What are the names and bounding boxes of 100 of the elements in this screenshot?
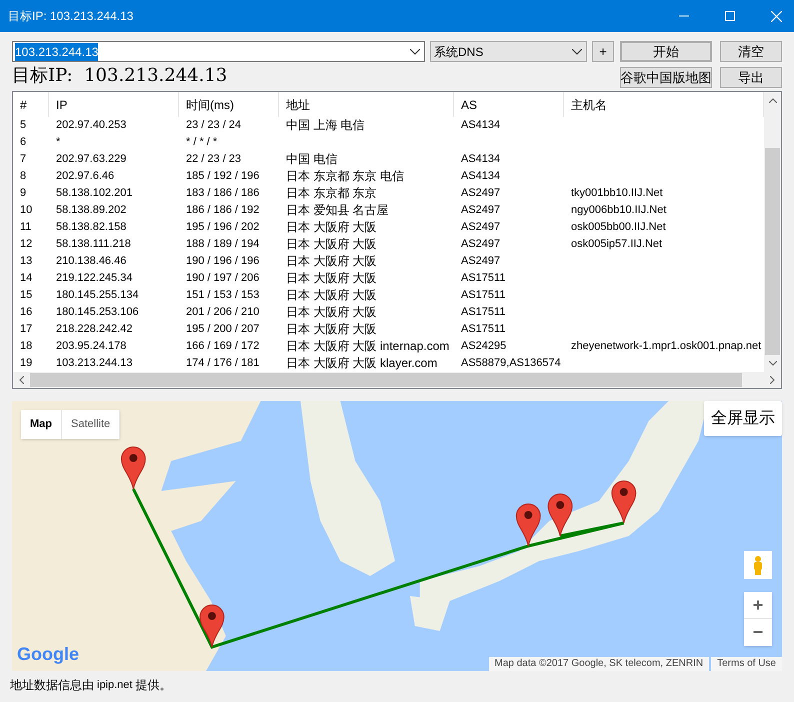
address-cell: 日本 东京都 东京 电信 xyxy=(286,169,404,183)
hop-cell: 18 xyxy=(20,340,32,352)
as-cell: AS17511 xyxy=(461,323,506,335)
ip-cell: 218.228.242.42 xyxy=(56,323,132,335)
ip-cell: 203.95.24.178 xyxy=(56,340,126,352)
scrollbar-thumb[interactable] xyxy=(30,373,742,387)
map-type-tab[interactable]: Satellite xyxy=(62,410,120,439)
column-header[interactable]: 地址 xyxy=(279,92,454,117)
ip-cell: 58.138.102.201 xyxy=(56,187,132,199)
as-cell: AS2497 xyxy=(461,187,500,199)
address-cell: 日本 大阪府 大阪 xyxy=(286,271,377,285)
address-cell: 日本 大阪府 大阪 xyxy=(286,237,377,251)
hop-cell: 11 xyxy=(20,221,32,233)
add-button[interactable]: + xyxy=(592,41,614,62)
address-cell: 日本 大阪府 大阪 xyxy=(286,322,377,336)
address-cell: 日本 东京都 东京 xyxy=(286,186,377,200)
ip-cell: 180.145.253.106 xyxy=(56,306,139,318)
time-cell: 23 / 23 / 24 xyxy=(186,119,242,131)
as-cell: AS24295 xyxy=(461,340,506,352)
export-button[interactable]: 导出 xyxy=(720,67,782,88)
ip-cell: 210.138.46.46 xyxy=(56,255,126,267)
hop-cell: 17 xyxy=(20,323,32,335)
column-header[interactable]: IP xyxy=(49,92,179,117)
time-cell: 151 / 153 / 153 xyxy=(186,289,260,301)
as-cell: AS17511 xyxy=(461,306,506,318)
close-icon[interactable] xyxy=(771,10,782,22)
time-cell: 195 / 200 / 207 xyxy=(186,323,260,335)
target-input[interactable]: 103.213.244.13 xyxy=(12,41,425,62)
column-header[interactable]: # xyxy=(13,92,49,117)
as-cell: AS2497 xyxy=(461,204,500,216)
address-cell: 日本 大阪府 大阪 xyxy=(286,254,377,268)
hostname-cell: zheyenetwork-1.mpr1.osk001.pnap.net xyxy=(571,340,762,352)
ip-cell: 103.213.244.13 xyxy=(56,357,132,369)
time-cell: 190 / 197 / 206 xyxy=(186,272,260,284)
fullscreen-button[interactable]: 全屏显示 xyxy=(704,401,782,436)
ip-cell: 202.97.63.229 xyxy=(56,153,126,165)
ip-cell: 202.97.40.253 xyxy=(56,119,126,131)
scroll-down-icon[interactable] xyxy=(768,361,776,366)
as-cell: AS4134 xyxy=(461,170,500,182)
as-cell: AS2497 xyxy=(461,255,500,267)
terms-link[interactable]: Terms of Use xyxy=(711,657,782,671)
time-cell: 174 / 176 / 181 xyxy=(186,357,260,369)
column-header[interactable]: 时间(ms) xyxy=(179,92,279,117)
time-cell: 186 / 186 / 192 xyxy=(186,204,260,216)
address-cell: 日本 爱知县 名古屋 xyxy=(286,203,389,217)
as-cell: AS4134 xyxy=(461,119,500,131)
ip-cell: 58.138.89.202 xyxy=(56,204,126,216)
time-cell: * / * / * xyxy=(186,136,218,148)
address-cell: 日本 大阪府 大阪 xyxy=(286,288,377,302)
vertical-scrollbar[interactable] xyxy=(764,92,781,372)
time-cell: 201 / 206 / 210 xyxy=(186,306,260,318)
start-button[interactable]: 开始 xyxy=(620,41,712,62)
scrollbar-thumb[interactable] xyxy=(765,148,780,355)
target-ip-label: 目标IP: 103.213.244.13 xyxy=(12,64,228,88)
footer-text: 地址数据信息由 xyxy=(10,677,94,694)
map-type-tab[interactable]: Map xyxy=(21,410,62,439)
hop-cell: 9 xyxy=(20,187,26,199)
scroll-up-icon[interactable] xyxy=(768,98,776,103)
maximize-icon[interactable] xyxy=(725,11,735,21)
dns-select[interactable]: 系统DNS xyxy=(430,41,587,62)
address-cell: 日本 大阪府 大阪 internap.com xyxy=(286,339,450,353)
as-cell: AS2497 xyxy=(461,221,500,233)
time-cell: 183 / 186 / 186 xyxy=(186,187,260,199)
map-button[interactable]: 谷歌中国版地图 xyxy=(620,67,712,88)
footer-text: 提供。 xyxy=(135,677,172,694)
scroll-right-icon[interactable] xyxy=(770,376,775,384)
chevron-down-icon xyxy=(572,48,582,54)
zoom-out-button[interactable]: − xyxy=(744,619,772,646)
time-cell: 188 / 189 / 194 xyxy=(186,238,260,250)
hop-cell: 13 xyxy=(20,255,32,267)
horizontal-scrollbar[interactable] xyxy=(13,372,781,388)
window-title: 目标IP: 103.213.244.13 xyxy=(7,8,134,25)
hop-cell: 19 xyxy=(20,357,32,369)
hop-cell: 5 xyxy=(20,119,26,131)
address-cell: 日本 大阪府 大阪 xyxy=(286,220,377,234)
clear-button[interactable]: 清空 xyxy=(720,41,782,62)
hop-cell: 10 xyxy=(20,204,32,216)
hostname-cell: ngy006bb10.IIJ.Net xyxy=(571,204,666,216)
ip-cell: 58.138.82.158 xyxy=(56,221,126,233)
as-cell: AS17511 xyxy=(461,289,506,301)
hostname-cell: tky001bb10.IIJ.Net xyxy=(571,187,663,199)
ip-cell: 180.145.255.134 xyxy=(56,289,139,301)
hop-cell: 6 xyxy=(20,136,26,148)
ip-cell: 202.97.6.46 xyxy=(56,170,114,182)
as-cell: AS58879,AS136574 xyxy=(461,357,561,369)
hop-cell: 7 xyxy=(20,153,26,165)
time-cell: 166 / 169 / 172 xyxy=(186,340,260,352)
column-header[interactable]: AS xyxy=(454,92,564,117)
hop-cell: 16 xyxy=(20,306,32,318)
scroll-left-icon[interactable] xyxy=(19,376,24,384)
time-cell: 190 / 196 / 196 xyxy=(186,255,260,267)
time-cell: 22 / 23 / 23 xyxy=(186,153,242,165)
ip-cell: 58.138.111.218 xyxy=(56,238,131,250)
hop-cell: 8 xyxy=(20,170,26,182)
zoom-in-button[interactable]: + xyxy=(744,592,772,619)
hop-cell: 12 xyxy=(20,238,32,250)
ip-cell: * xyxy=(56,136,60,148)
ipip-link[interactable]: ipip.net xyxy=(97,676,132,694)
time-cell: 195 / 196 / 202 xyxy=(186,221,260,233)
time-cell: 185 / 192 / 196 xyxy=(186,170,260,182)
